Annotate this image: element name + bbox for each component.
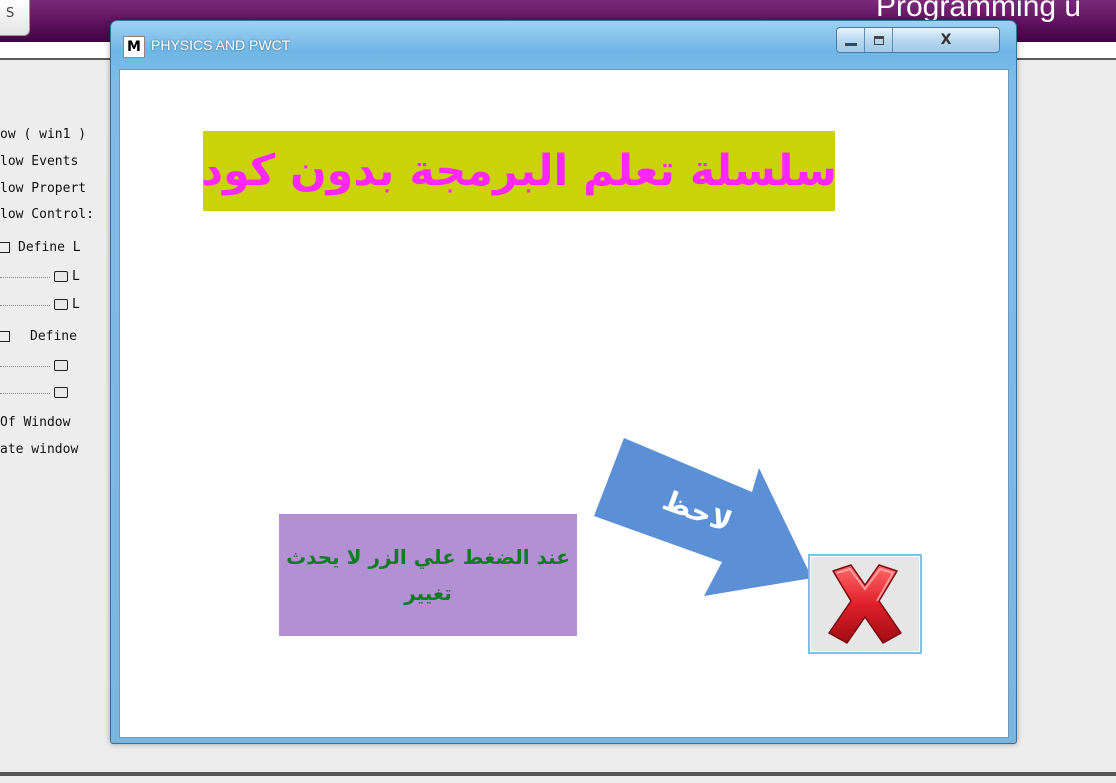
window-client-area: سلسلة تعلم البرمجة بدون كود عند الضغط عل… xyxy=(119,69,1009,738)
maximize-icon xyxy=(873,35,884,45)
tree-expander-icon[interactable] xyxy=(0,242,10,253)
tree-item-window-controls[interactable]: low Control: xyxy=(0,204,115,226)
close-image-button[interactable] xyxy=(808,554,922,654)
note-box: عند الضغط علي الزر لا يحدث تغيير xyxy=(279,514,577,636)
maximize-button[interactable] xyxy=(865,28,893,52)
tree-connector xyxy=(0,392,50,394)
tree-item-child[interactable]: L xyxy=(0,294,115,316)
callout-arrow: لاحظ xyxy=(594,438,812,596)
tree-item-activate-window[interactable]: ate window xyxy=(0,439,115,461)
tree-item-window-events[interactable]: low Events xyxy=(0,151,115,173)
tree-item-child[interactable] xyxy=(0,355,115,377)
tree-item-window[interactable]: ow ( win1 ) xyxy=(0,124,115,146)
tree-item-define-label[interactable]: Define L xyxy=(0,237,115,259)
tree-item-define[interactable]: Define xyxy=(0,326,115,348)
window-title: PHYSICS AND PWCT xyxy=(151,37,291,53)
tree-connector xyxy=(0,276,50,278)
background-tab-label: S xyxy=(6,6,15,21)
series-title-banner: سلسلة تعلم البرمجة بدون كود xyxy=(203,131,835,211)
red-x-icon xyxy=(828,564,902,644)
tree-connector xyxy=(0,365,50,367)
minimize-button[interactable] xyxy=(837,28,865,52)
tree-expander-icon[interactable] xyxy=(0,331,10,342)
tree-item-child[interactable] xyxy=(0,382,115,404)
caption-buttons: X xyxy=(836,27,1000,53)
background-bottom-divider xyxy=(0,772,1116,776)
tree-node-icon xyxy=(54,387,68,398)
tree-node-icon xyxy=(54,299,68,310)
tree-item-end-of-window[interactable]: Of Window xyxy=(0,412,115,434)
tree-item-child[interactable]: L xyxy=(0,266,115,288)
physics-window[interactable]: M PHYSICS AND PWCT X سلسلة تعلم البرمجة … xyxy=(110,20,1017,744)
background-tab[interactable]: S xyxy=(0,0,30,36)
app-icon: M xyxy=(123,36,145,58)
tree-node-icon xyxy=(54,271,68,282)
minimize-icon xyxy=(844,42,857,46)
close-window-button[interactable]: X xyxy=(893,28,999,52)
tree-connector xyxy=(0,304,50,306)
close-icon: X xyxy=(940,32,952,48)
tree-item-window-properties[interactable]: low Propert xyxy=(0,178,115,200)
tree-node-icon xyxy=(54,360,68,371)
